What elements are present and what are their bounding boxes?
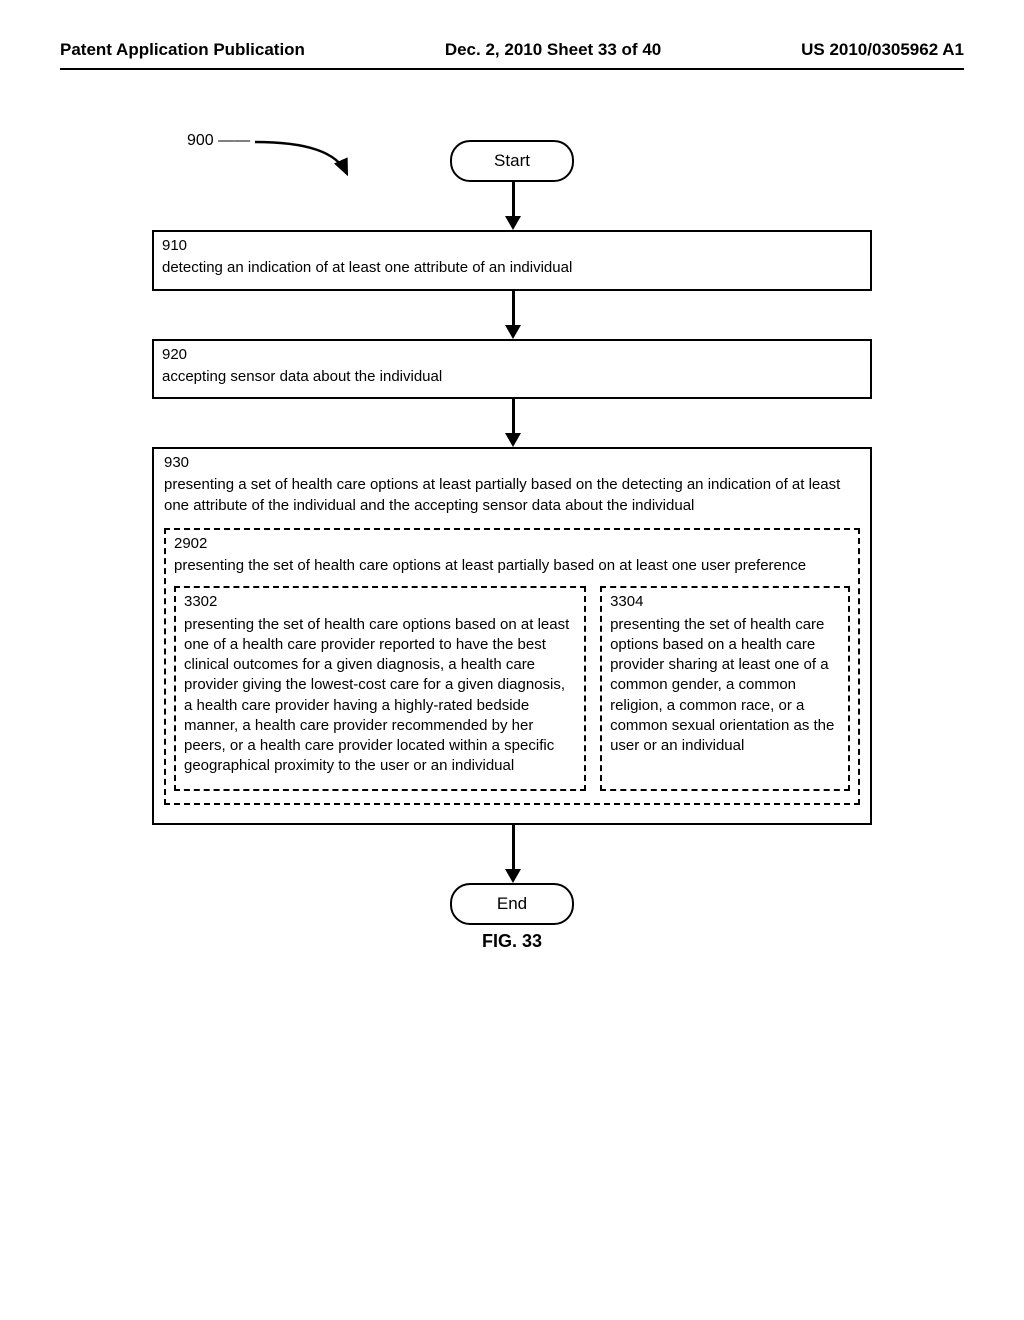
flowchart: 900 —— Start 910 detecting an indication… [152,140,872,952]
box-2902-num: 2902 [174,534,850,554]
box-3302: 3302 presenting the set of health care o… [174,586,586,790]
box-3304: 3304 presenting the set of health care o… [600,586,850,790]
box-3302-text: presenting the set of health care option… [184,616,569,775]
page-header: Patent Application Publication Dec. 2, 2… [60,40,964,60]
box-930-text: presenting a set of health care options … [164,476,840,513]
header-rule [60,68,964,70]
page-root: Patent Application Publication Dec. 2, 2… [0,0,1024,1320]
box-920-text: accepting sensor data about the individu… [162,368,442,385]
box-910: 910 detecting an indication of at least … [152,230,872,291]
start-terminal: Start [450,140,574,182]
box-910-text: detecting an indication of at least one … [162,259,572,276]
box-3304-text: presenting the set of health care option… [610,616,834,755]
box-930-num: 930 [164,453,860,473]
ref-900-arrow-icon [187,132,387,178]
figure-label: FIG. 33 [152,931,872,952]
ref-900: 900 —— [187,132,387,172]
box-3302-num: 3302 [184,592,576,612]
box-910-num: 910 [162,236,862,256]
box-930: 930 presenting a set of health care opti… [152,447,872,825]
end-terminal: End [450,883,574,925]
header-center: Dec. 2, 2010 Sheet 33 of 40 [445,40,661,60]
header-right: US 2010/0305962 A1 [801,40,964,60]
box-920-num: 920 [162,345,862,365]
box-920: 920 accepting sensor data about the indi… [152,339,872,400]
box-2902-text: presenting the set of health care option… [174,557,806,574]
box-3304-num: 3304 [610,592,840,612]
header-left: Patent Application Publication [60,40,305,60]
box-2902: 2902 presenting the set of health care o… [164,528,860,805]
inner-row: 3302 presenting the set of health care o… [174,586,850,790]
